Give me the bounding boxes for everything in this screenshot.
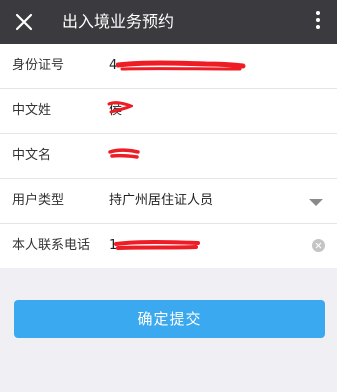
given-name-row[interactable]: 中文名 <box>0 134 337 179</box>
redaction-scribble <box>116 60 246 71</box>
submit-button[interactable]: 确定提交 <box>14 300 325 338</box>
redaction-scribble <box>108 148 140 159</box>
given-name-label: 中文名 <box>12 148 52 163</box>
surname-field[interactable]: 侯 <box>109 102 122 120</box>
surname-label: 中文姓 <box>12 103 52 118</box>
redaction-scribble <box>114 240 200 250</box>
user-type-row[interactable]: 用户类型 持广州居住证人员 <box>0 179 337 224</box>
more-vertical-icon[interactable] <box>315 11 321 33</box>
clear-input-icon[interactable] <box>312 239 325 252</box>
close-icon[interactable] <box>14 12 34 32</box>
phone-field[interactable]: 1 <box>109 237 117 255</box>
title-bar: 出入境业务预约 <box>0 0 337 44</box>
surname-row[interactable]: 中文姓 侯 <box>0 89 337 134</box>
page-title: 出入境业务预约 <box>62 12 175 31</box>
id-number-row[interactable]: 身份证号 4 <box>0 44 337 89</box>
appointment-form: 身份证号 4 中文姓 侯 中文名 用户类型 持广州居住证人员 本人联系电话 1 <box>0 44 337 268</box>
dropdown-arrow-icon[interactable] <box>309 199 323 206</box>
phone-label: 本人联系电话 <box>12 238 91 253</box>
user-type-label: 用户类型 <box>12 193 65 208</box>
id-number-label: 身份证号 <box>12 58 65 73</box>
id-number-field[interactable]: 4 <box>109 57 117 75</box>
phone-row[interactable]: 本人联系电话 1 <box>0 224 337 268</box>
user-type-select[interactable]: 持广州居住证人员 <box>109 192 213 210</box>
